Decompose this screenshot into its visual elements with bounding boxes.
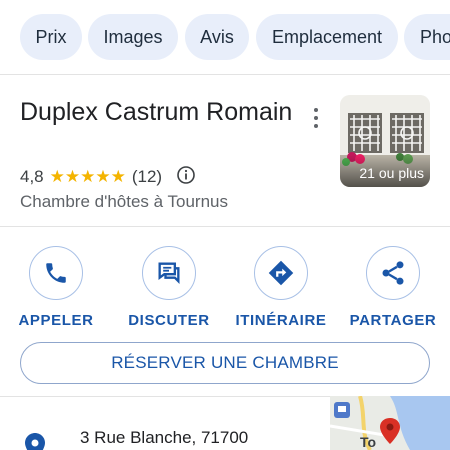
directions-icon xyxy=(268,260,294,286)
directions-button-circle[interactable] xyxy=(254,246,308,300)
chip-photos[interactable]: Pho xyxy=(404,14,450,60)
rating-value: 4,8 xyxy=(20,167,44,186)
place-category: Chambre d'hôtes à Tournus xyxy=(20,192,229,211)
call-button[interactable]: APPELER xyxy=(6,246,106,329)
action-buttons: APPELER DISCUTER ITINÉRAIRE PARTAGER xyxy=(0,246,450,329)
location-pin-icon xyxy=(24,432,46,450)
rating-stars: ★★★★★ xyxy=(49,167,126,186)
address-text[interactable]: 3 Rue Blanche, 71700 xyxy=(80,428,248,448)
phone-icon xyxy=(46,263,66,283)
chat-button-circle[interactable] xyxy=(142,246,196,300)
place-photo[interactable]: 21 ou plus xyxy=(340,95,430,187)
rating-row: 4,8 ★★★★★ (12) xyxy=(20,165,196,190)
filter-chips-row: Prix Images Avis Emplacement Pho xyxy=(0,0,450,74)
book-room-button[interactable]: RÉSERVER UNE CHAMBRE xyxy=(20,342,430,384)
chip-emplacement[interactable]: Emplacement xyxy=(256,14,398,60)
chat-button[interactable]: DISCUTER xyxy=(119,246,219,329)
chat-label: DISCUTER xyxy=(128,312,210,329)
directions-label: ITINÉRAIRE xyxy=(235,312,327,329)
share-button[interactable]: PARTAGER xyxy=(343,246,443,329)
call-button-circle[interactable] xyxy=(29,246,83,300)
divider xyxy=(0,226,450,227)
more-options-icon[interactable] xyxy=(308,106,324,130)
place-title: Duplex Castrum Romain xyxy=(20,98,293,126)
chat-icon xyxy=(158,262,180,284)
chip-avis[interactable]: Avis xyxy=(185,14,249,60)
info-icon[interactable] xyxy=(176,165,196,190)
chip-images[interactable]: Images xyxy=(88,14,178,60)
share-button-circle[interactable] xyxy=(366,246,420,300)
review-count[interactable]: (12) xyxy=(132,167,162,187)
share-icon xyxy=(382,261,404,285)
map-label: To xyxy=(360,434,377,450)
map-thumbnail[interactable]: To xyxy=(330,396,450,450)
directions-button[interactable]: ITINÉRAIRE xyxy=(231,246,331,329)
chip-prix[interactable]: Prix xyxy=(20,14,82,60)
share-label: PARTAGER xyxy=(349,312,437,329)
divider xyxy=(0,74,450,75)
photo-count: 21 ou plus xyxy=(359,165,424,181)
call-label: APPELER xyxy=(18,312,94,329)
map-image xyxy=(330,396,450,450)
